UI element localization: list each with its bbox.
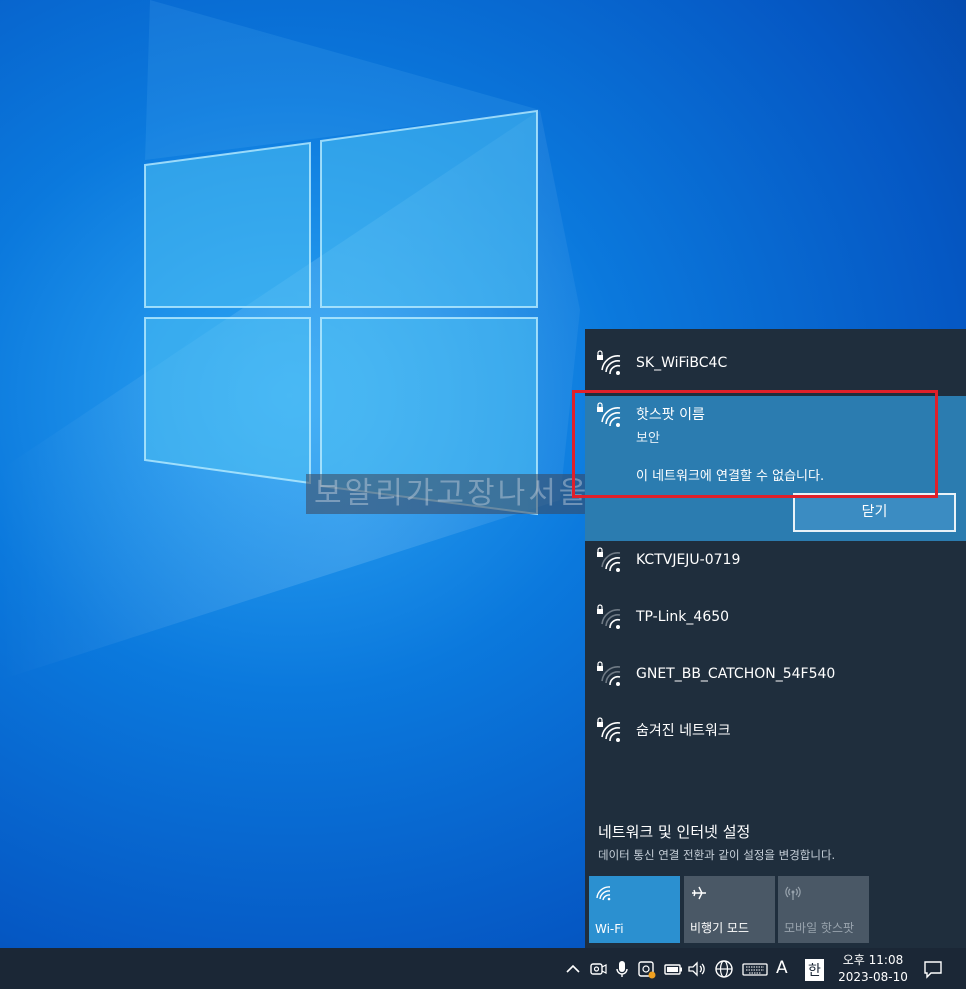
network-name: TP-Link_4650 [636, 609, 730, 625]
hotspot-icon [785, 886, 801, 900]
notification-icon[interactable] [922, 958, 944, 980]
network-name: 숨겨진 네트워크 [636, 723, 731, 739]
wifi-secured-icon [597, 661, 621, 686]
clock-time[interactable]: 오후 11:08 [830, 951, 916, 968]
camera-icon[interactable] [587, 958, 609, 980]
highlight-annotation-box [572, 390, 938, 498]
network-name: GNET_BB_CATCHON_54F540 [636, 666, 836, 682]
clock-date[interactable]: 2023-08-10 [830, 970, 916, 984]
network-settings-link[interactable]: 네트워크 및 인터넷 설정 [598, 821, 750, 842]
airplane-mode-tile[interactable]: 비행기 모드 [684, 876, 775, 943]
wifi-secured-icon [597, 717, 621, 742]
wifi-secured-icon [597, 604, 621, 629]
network-item[interactable]: SK_WiFiBC4C [585, 335, 966, 391]
wifi-secured-icon [597, 547, 621, 572]
wifi-secured-icon [597, 350, 621, 375]
network-item[interactable]: 숨겨진 네트워크 [585, 702, 966, 758]
globe-network-icon[interactable] [713, 958, 735, 980]
input-mode-indicator[interactable]: A [776, 958, 788, 978]
microphone-icon[interactable] [611, 958, 633, 980]
security-shield-icon[interactable] [636, 958, 658, 980]
network-item[interactable]: TP-Link_4650 [585, 589, 966, 645]
volume-icon[interactable] [686, 958, 708, 980]
wifi-icon [596, 886, 611, 901]
close-button[interactable]: 닫기 [793, 493, 956, 532]
hotspot-tile-label: 모바일 핫스팟 [784, 921, 855, 935]
chevron-up-icon[interactable] [562, 958, 584, 980]
battery-icon[interactable] [662, 958, 684, 980]
mobile-hotspot-tile[interactable]: 모바일 핫스팟 [778, 876, 869, 943]
wifi-toggle-tile[interactable]: Wi-Fi [589, 876, 680, 943]
network-name: SK_WiFiBC4C [636, 355, 728, 371]
wifi-tile-label: Wi-Fi [595, 922, 624, 936]
network-item[interactable]: GNET_BB_CATCHON_54F540 [585, 646, 966, 702]
taskbar: A 한 오후 11:08 2023-08-10 [0, 948, 966, 989]
ime-language-indicator[interactable]: 한 [805, 959, 824, 981]
network-name: KCTVJEJU-0719 [636, 552, 741, 568]
keyboard-icon[interactable] [741, 958, 769, 980]
airplane-icon [692, 886, 706, 900]
network-settings-description: 데이터 통신 연결 전환과 같이 설정을 변경합니다. [598, 848, 836, 862]
airplane-tile-label: 비행기 모드 [690, 921, 750, 935]
network-item[interactable]: KCTVJEJU-0719 [585, 532, 966, 588]
